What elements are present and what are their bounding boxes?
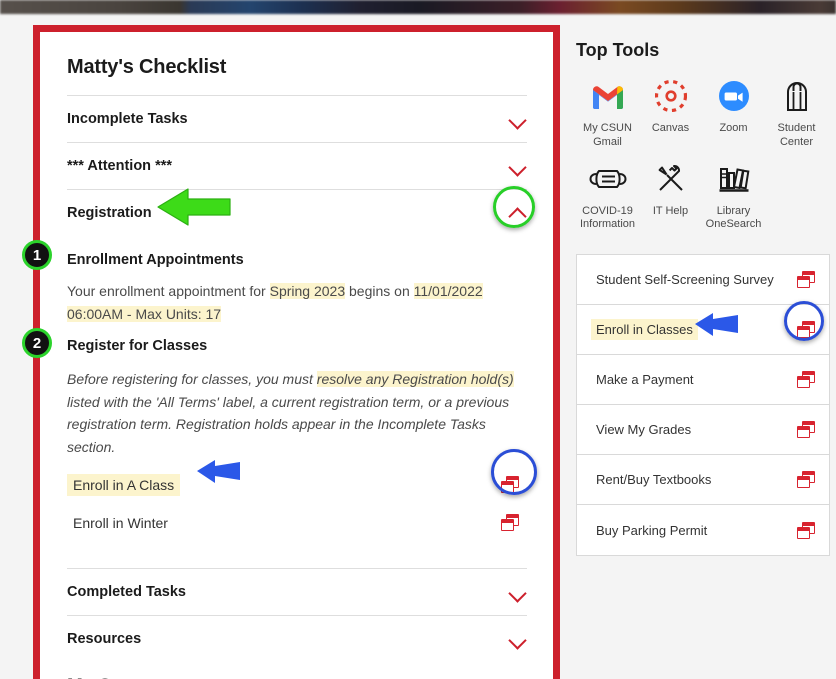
- window-front: [501, 519, 514, 532]
- right-sidebar: Top Tools My CSUN Gmail Canvas Zoom Stud…: [576, 40, 830, 556]
- tool-canvas[interactable]: Canvas: [639, 75, 702, 150]
- chevron-down-icon[interactable]: [509, 583, 527, 601]
- enrollment-appointment-text: Your enrollment appointment for Spring 2…: [67, 280, 527, 325]
- top-tools-grid: My CSUN Gmail Canvas Zoom Student Center…: [576, 75, 830, 240]
- accordion-label: *** Attention ***: [67, 158, 172, 174]
- quick-link-label: Buy Parking Permit: [596, 522, 708, 538]
- tool-label: Library OneSearch: [705, 204, 762, 231]
- chevron-down-icon[interactable]: [509, 110, 527, 128]
- note-part1: Before registering for classes, you must: [67, 371, 317, 388]
- accordion-incomplete-tasks[interactable]: Incomplete Tasks: [67, 95, 527, 142]
- checklist-card: Matty's Checklist Incomplete Tasks *** A…: [40, 32, 553, 679]
- accordion-label: Completed Tasks: [67, 583, 186, 600]
- chevron-down-icon[interactable]: [509, 630, 527, 648]
- register-for-classes-heading: Register for Classes: [67, 338, 208, 355]
- accordion-label: Resources: [67, 630, 142, 647]
- appt-term: Spring 2023: [269, 283, 346, 299]
- tool-label: IT Help: [652, 204, 689, 217]
- tool-it-help[interactable]: IT Help: [639, 158, 702, 233]
- checklist-red-frame: Matty's Checklist Incomplete Tasks *** A…: [33, 25, 560, 679]
- page-root: Matty's Checklist Incomplete Tasks *** A…: [0, 0, 836, 679]
- quick-link-label: Student Self-Screening Survey: [596, 272, 774, 287]
- face-mask-icon: [588, 158, 627, 200]
- quick-link-student-self-screening-survey[interactable]: Student Self-Screening Survey: [577, 255, 829, 305]
- tools-icon: [656, 158, 686, 200]
- link-enroll-in-winter[interactable]: Enroll in Winter: [67, 512, 174, 534]
- link-enroll-in-a-class[interactable]: Enroll in A Class: [67, 473, 181, 496]
- tool-my-csun-gmail[interactable]: My CSUN Gmail: [576, 75, 639, 150]
- chevron-up-icon[interactable]: [509, 204, 527, 222]
- quick-link-enroll-in-classes[interactable]: Enroll in Classes: [577, 305, 829, 355]
- open-new-window-icon[interactable]: [797, 521, 815, 539]
- quick-link-view-my-grades[interactable]: View My Grades: [577, 405, 829, 455]
- books-icon: [718, 158, 750, 200]
- open-new-window-icon[interactable]: [797, 421, 815, 438]
- quick-link-label: View My Grades: [596, 422, 692, 437]
- quick-link-rent-buy-textbooks[interactable]: Rent/Buy Textbooks: [577, 455, 829, 505]
- registration-hold-note: Before registering for classes, you must…: [67, 368, 527, 458]
- open-new-window-icon[interactable]: [797, 271, 815, 288]
- tool-zoom[interactable]: Zoom: [702, 75, 765, 150]
- background-photo-strip: [0, 0, 836, 14]
- enrollment-appointments-heading: Enrollment Appointments: [67, 252, 244, 268]
- zoom-icon: [718, 75, 750, 117]
- quick-link-label: Make a Payment: [596, 372, 694, 387]
- window-front: [501, 481, 514, 494]
- tool-library-onesearch[interactable]: Library OneSearch: [702, 158, 765, 233]
- step-badge-1: 1: [22, 240, 52, 270]
- open-new-window-icon[interactable]: [501, 476, 519, 494]
- chevron-down-icon[interactable]: [509, 157, 527, 175]
- accordion-label: Incomplete Tasks: [67, 111, 188, 127]
- tool-label: COVID-19 Information: [579, 204, 636, 231]
- gmail-icon: [591, 75, 625, 117]
- registration-link-row[interactable]: Enroll in A Class: [67, 473, 527, 496]
- tool-covid-19-information[interactable]: COVID-19 Information: [576, 158, 639, 233]
- accordion-completed-tasks[interactable]: Completed Tasks: [67, 567, 527, 615]
- quick-link-buy-parking-permit[interactable]: Buy Parking Permit: [577, 505, 829, 555]
- accordion-resources[interactable]: Resources: [67, 614, 527, 662]
- tool-label: My CSUN Gmail: [583, 122, 632, 148]
- open-new-window-icon[interactable]: [797, 321, 815, 338]
- appt-prefix: Your enrollment appointment for: [67, 283, 270, 299]
- quick-links-card: Student Self-Screening Survey Enroll in …: [576, 254, 830, 556]
- canvas-icon: [654, 75, 687, 117]
- tool-student-center[interactable]: Student Center: [765, 75, 828, 150]
- accordion-registration[interactable]: Registration: [67, 189, 527, 236]
- registration-link-row[interactable]: Enroll in Winter: [67, 512, 527, 534]
- page-title: Matty's Checklist: [67, 56, 227, 78]
- open-new-window-icon[interactable]: [501, 514, 519, 532]
- tool-label: Student Center: [777, 122, 816, 148]
- accordion-label: Registration: [67, 205, 152, 221]
- top-tools-title: Top Tools: [576, 40, 660, 60]
- appt-middle: begins on: [345, 283, 414, 299]
- tool-label: Zoom: [719, 122, 748, 134]
- quick-link-label: Enroll in Classes: [591, 319, 698, 340]
- open-new-window-icon[interactable]: [797, 471, 815, 488]
- tool-label: Canvas: [651, 122, 690, 134]
- note-highlight: resolve any Registration hold(s): [316, 371, 514, 388]
- step-badge-2: 2: [22, 328, 52, 358]
- quick-link-label: Rent/Buy Textbooks: [596, 472, 712, 487]
- quick-link-make-a-payment[interactable]: Make a Payment: [577, 355, 829, 405]
- open-new-window-icon[interactable]: [797, 371, 815, 388]
- backpack-icon: [784, 75, 810, 117]
- note-part2: listed with the 'All Terms' label, a cur…: [67, 393, 510, 455]
- accordion-attention[interactable]: *** Attention ***: [67, 142, 527, 189]
